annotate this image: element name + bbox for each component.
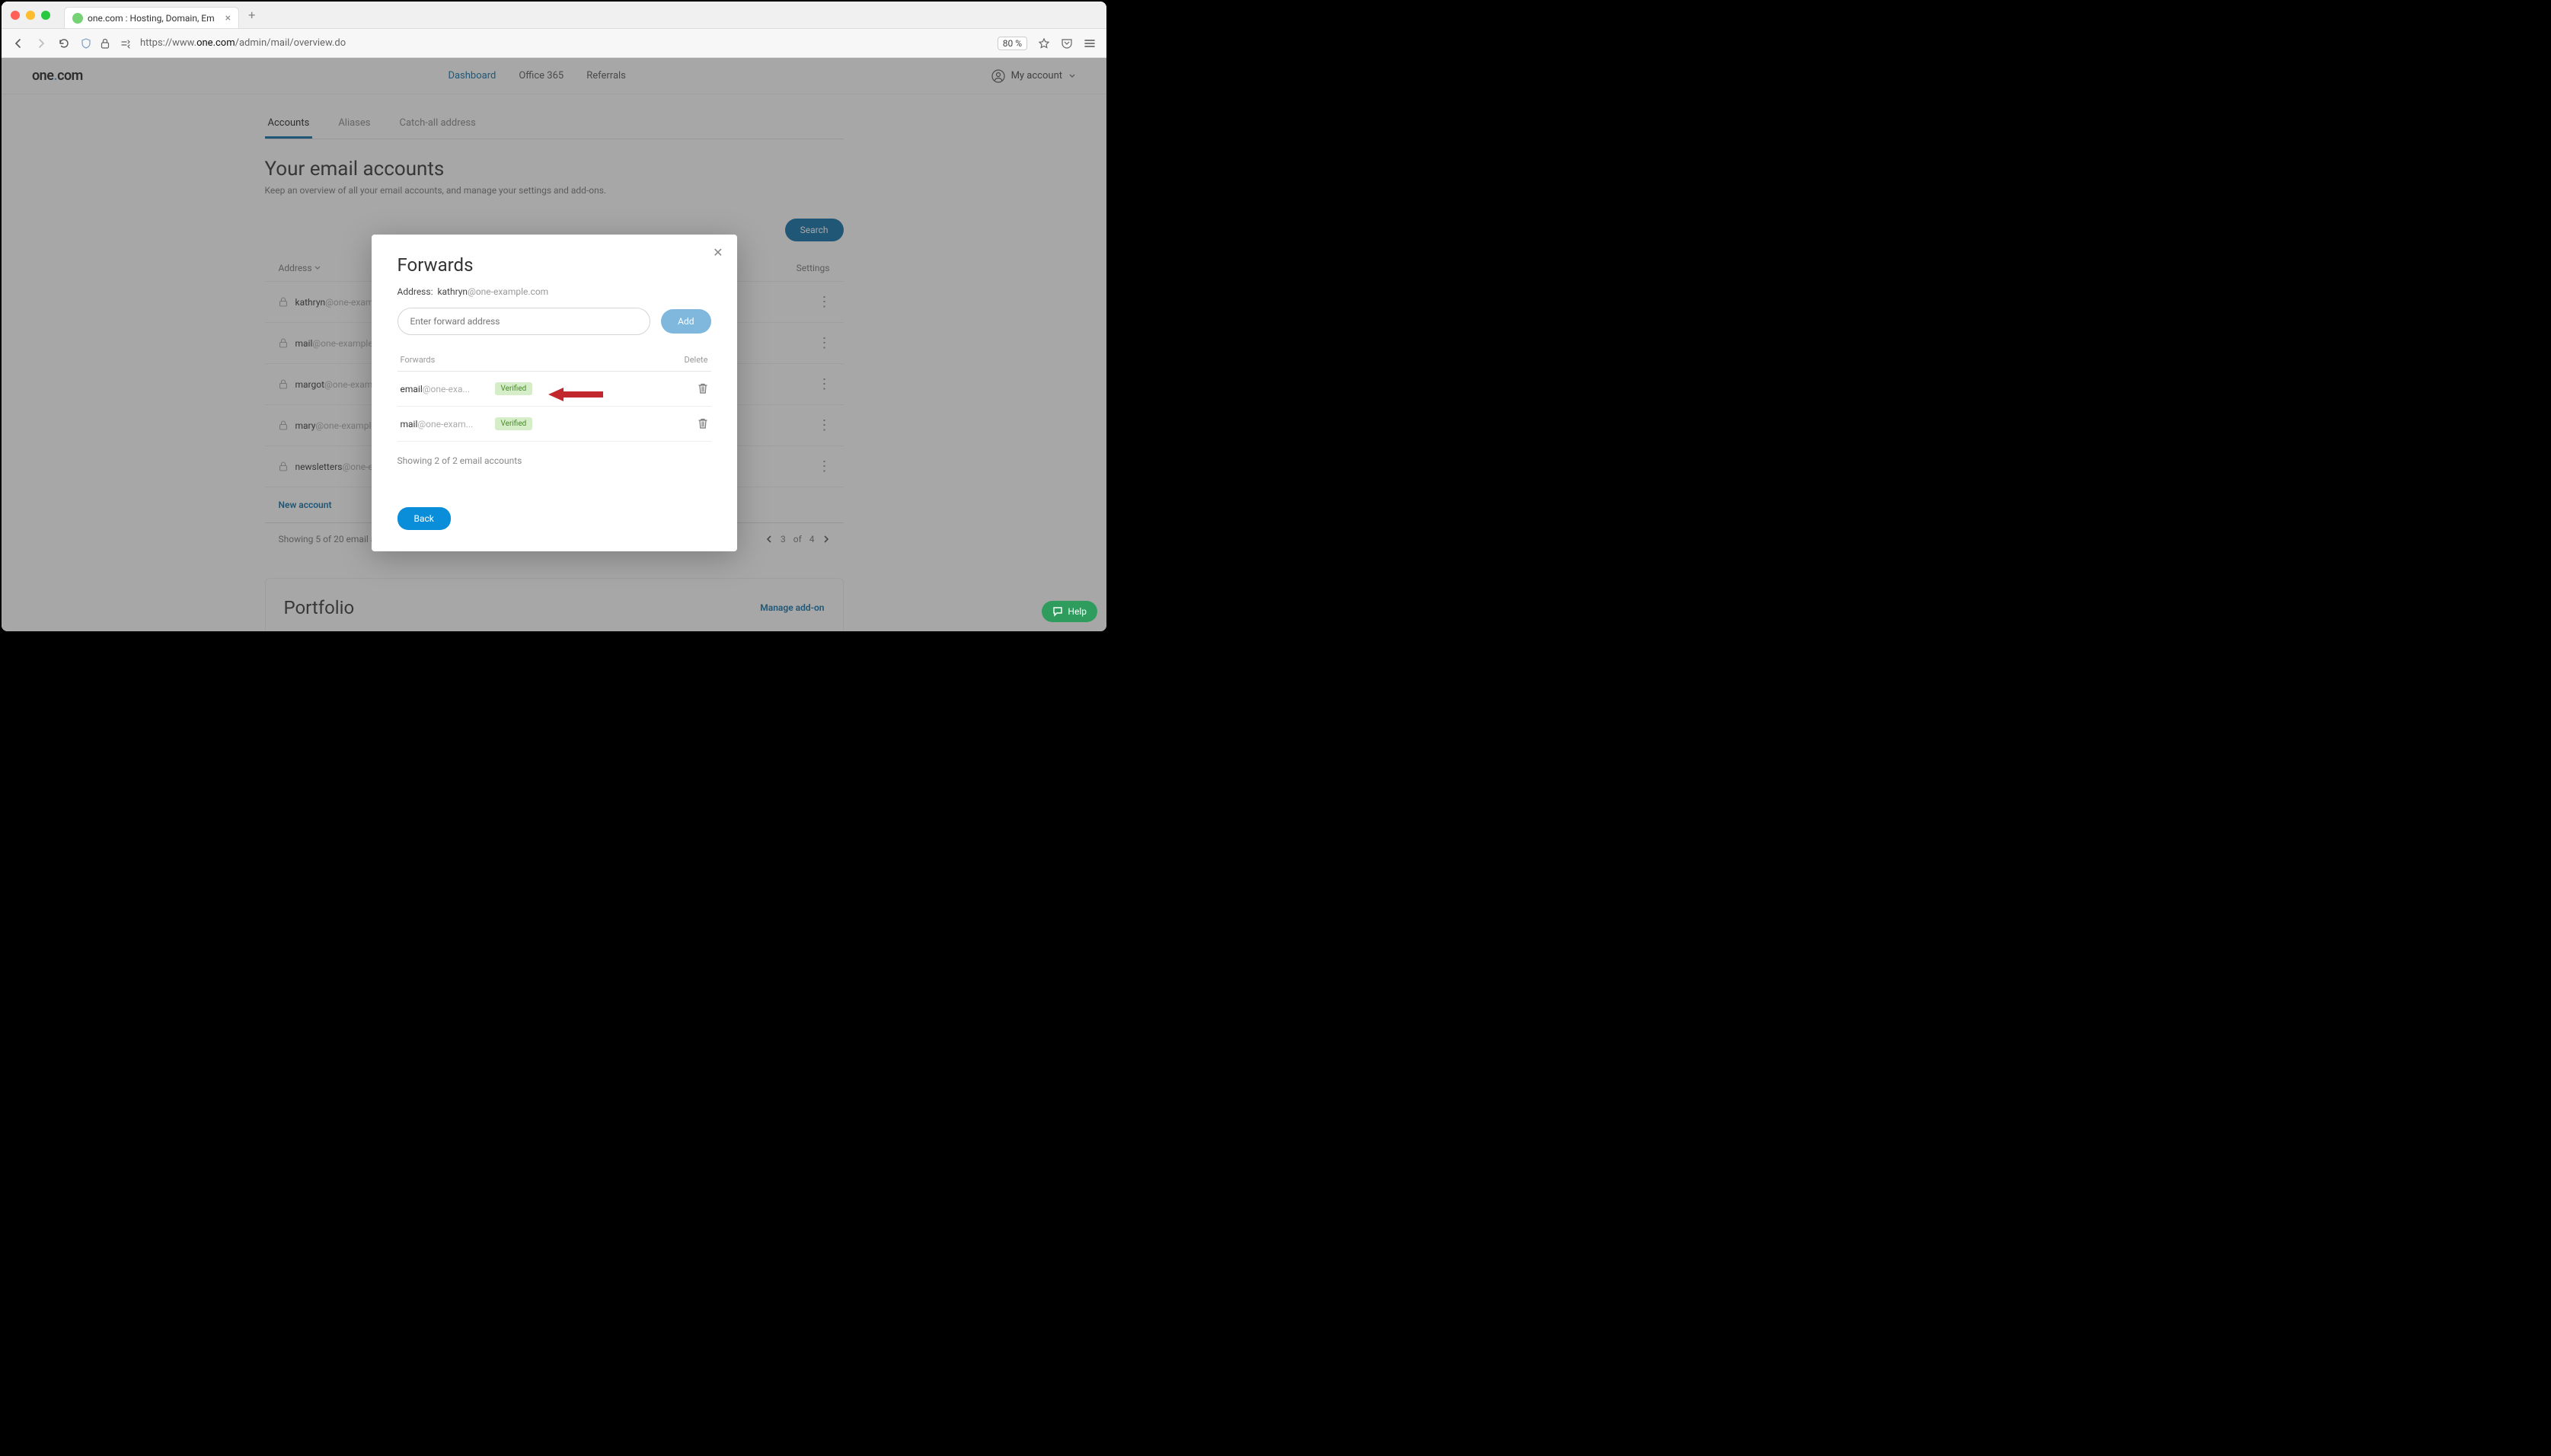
address-area[interactable]: https://www.one.com/admin/mail/overview.… bbox=[81, 37, 987, 49]
zoom-level[interactable]: 80 % bbox=[998, 37, 1027, 50]
close-tab-icon[interactable]: × bbox=[225, 12, 231, 24]
delete-icon[interactable] bbox=[698, 418, 708, 429]
menu-icon[interactable] bbox=[1084, 37, 1096, 49]
chat-icon bbox=[1052, 606, 1063, 617]
status-badge: Verified bbox=[495, 382, 533, 395]
forward-address-input[interactable] bbox=[397, 308, 651, 335]
add-button[interactable]: Add bbox=[661, 309, 710, 334]
traffic-lights bbox=[11, 11, 50, 20]
forwards-modal: ✕ Forwards Address: kathryn@one-example.… bbox=[372, 235, 737, 551]
close-window-icon[interactable] bbox=[11, 11, 20, 20]
forward-row: mail@one-exam... Verified bbox=[397, 407, 711, 442]
titlebar: one.com : Hosting, Domain, Em × + bbox=[2, 2, 1106, 29]
bookmark-icon[interactable] bbox=[1038, 37, 1050, 49]
new-tab-icon[interactable]: + bbox=[248, 8, 255, 22]
back-button[interactable]: Back bbox=[397, 507, 451, 530]
add-forward-row: Add bbox=[397, 308, 711, 335]
maximize-window-icon[interactable] bbox=[41, 11, 50, 20]
reload-icon[interactable] bbox=[58, 37, 70, 49]
col-forwards: Forwards bbox=[401, 355, 436, 365]
browser-tab[interactable]: one.com : Hosting, Domain, Em × bbox=[64, 7, 239, 28]
modal-table-header: Forwards Delete bbox=[397, 355, 711, 372]
status-badge: Verified bbox=[495, 417, 533, 430]
help-label: Help bbox=[1068, 606, 1087, 617]
tab-title: one.com : Hosting, Domain, Em bbox=[88, 13, 215, 24]
modal-address: Address: kathryn@one-example.com bbox=[397, 286, 711, 297]
lock-icon[interactable] bbox=[101, 38, 113, 49]
permissions-icon[interactable] bbox=[120, 38, 132, 49]
pocket-icon[interactable] bbox=[1061, 37, 1073, 49]
modal-showing: Showing 2 of 2 email accounts bbox=[397, 455, 711, 466]
forward-icon[interactable] bbox=[35, 37, 47, 49]
modal-title: Forwards bbox=[397, 254, 711, 276]
url-bar: https://www.one.com/admin/mail/overview.… bbox=[2, 29, 1106, 58]
url-text: https://www.one.com/admin/mail/overview.… bbox=[140, 37, 346, 49]
browser-window: one.com : Hosting, Domain, Em × + https:… bbox=[2, 2, 1106, 631]
back-icon[interactable] bbox=[12, 37, 24, 49]
forward-row: email@one-exa... Verified bbox=[397, 372, 711, 407]
minimize-window-icon[interactable] bbox=[26, 11, 35, 20]
col-delete: Delete bbox=[685, 355, 708, 365]
forward-email: email@one-exa... bbox=[401, 384, 484, 394]
help-widget[interactable]: Help bbox=[1042, 601, 1097, 622]
favicon-icon bbox=[72, 13, 83, 24]
close-icon[interactable]: ✕ bbox=[713, 245, 723, 260]
page-content: one.com Dashboard Office 365 Referrals M… bbox=[2, 58, 1106, 631]
shield-icon[interactable] bbox=[81, 38, 93, 49]
forward-email: mail@one-exam... bbox=[401, 419, 484, 429]
delete-icon[interactable] bbox=[698, 383, 708, 394]
